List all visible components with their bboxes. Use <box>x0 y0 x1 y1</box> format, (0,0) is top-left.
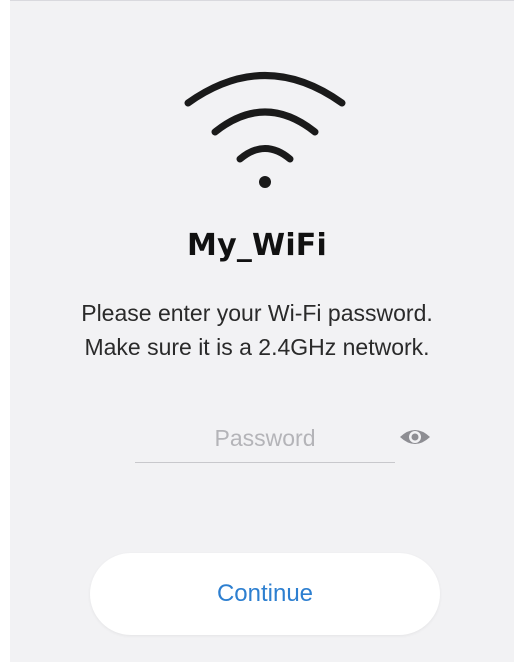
password-input[interactable] <box>135 415 395 463</box>
instruction-line-1: Please enter your Wi-Fi password. <box>81 300 433 326</box>
top-divider <box>0 0 514 1</box>
instructions-text: Please enter your Wi-Fi password. Make s… <box>0 296 514 364</box>
network-name: My_WiFi <box>187 228 327 263</box>
instruction-line-2: Make sure it is a 2.4GHz network. <box>84 334 430 360</box>
wifi-icon <box>184 72 346 188</box>
eye-icon[interactable] <box>398 424 432 450</box>
continue-button[interactable]: Continue <box>90 553 440 635</box>
